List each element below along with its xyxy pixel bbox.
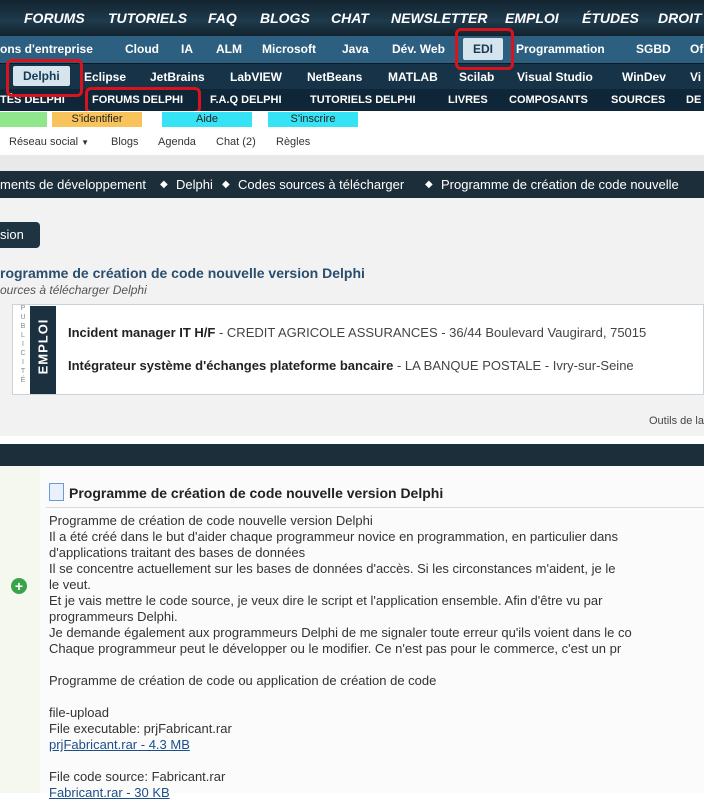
- attachment-link-exe[interactable]: prjFabricant.rar - 4.3 MB: [49, 737, 190, 752]
- highlight-edi: [455, 28, 514, 70]
- page-title: rogramme de création de code nouvelle ve…: [0, 265, 365, 281]
- job-detail: - CREDIT AGRICOLE ASSURANCES - 36/44 Bou…: [215, 325, 647, 340]
- nav-sources[interactable]: SOURCES: [611, 94, 665, 106]
- nav-tutoriels-delphi[interactable]: TUTORIELS DELPHI: [310, 94, 416, 106]
- job-title: Incident manager IT H/F: [68, 325, 216, 340]
- post-line: programmeurs Delphi.: [49, 609, 178, 624]
- nav-sgbd[interactable]: SGBD: [636, 42, 671, 56]
- highlight-delphi: [6, 59, 83, 97]
- account-bar: S'identifier Aide S'inscrire: [0, 111, 704, 130]
- nav-blogs[interactable]: BLOGS: [260, 10, 310, 26]
- nav-matlab[interactable]: MATLAB: [388, 70, 438, 84]
- nav-composants[interactable]: COMPOSANTS: [509, 94, 588, 106]
- tools-menu[interactable]: Outils de la: [649, 415, 704, 427]
- post-line: Il a été créé dans le but d'aider chaque…: [49, 529, 619, 544]
- nav-livres[interactable]: LIVRES: [448, 94, 488, 106]
- nav-solutions-entreprise[interactable]: ons d'entreprise: [0, 42, 93, 56]
- nav-cloud[interactable]: Cloud: [125, 42, 159, 56]
- post-line: Chaque programmeur peut le développer ou…: [49, 641, 622, 656]
- post-title: Programme de création de code nouvelle v…: [69, 485, 444, 501]
- subnav-blogs[interactable]: Blogs: [111, 136, 139, 148]
- nav-netbeans[interactable]: NetBeans: [307, 70, 362, 84]
- emploi-text: EMPLOI: [35, 318, 51, 375]
- post-line: Programme de création de code ou applica…: [49, 673, 437, 688]
- nav-office[interactable]: Of: [690, 42, 703, 56]
- breadcrumb-current: Programme de création de code nouvelle: [441, 177, 679, 192]
- job-ad-1[interactable]: Incident manager IT H/F - CREDIT AGRICOL…: [68, 325, 646, 340]
- edi-nav: Delphi Eclipse JetBrains LabVIEW NetBean…: [0, 63, 704, 90]
- nav-windev[interactable]: WinDev: [622, 70, 666, 84]
- nav-jetbrains[interactable]: JetBrains: [150, 70, 205, 84]
- nav-scilab[interactable]: Scilab: [459, 70, 494, 84]
- post-body: Programme de création de code nouvelle v…: [49, 513, 632, 801]
- login-button[interactable]: S'identifier: [52, 112, 142, 127]
- breadcrumb-item[interactable]: Codes sources à télécharger: [238, 177, 404, 192]
- publicite-label: PUBLICITÉ: [20, 305, 26, 384]
- job-ad-box: [12, 304, 704, 395]
- top-nav: FORUMS TUTORIELS FAQ BLOGS CHAT NEWSLETT…: [0, 0, 704, 35]
- nav-java[interactable]: Java: [342, 42, 369, 56]
- nav-labview[interactable]: LabVIEW: [230, 70, 282, 84]
- sub-nav: Réseau social ▼ Blogs Agenda Chat (2) Rè…: [0, 131, 704, 156]
- nav-dev-web[interactable]: Dév. Web: [392, 42, 445, 56]
- nav-de[interactable]: DE: [686, 94, 701, 106]
- add-icon[interactable]: +: [11, 578, 27, 594]
- nav-etudes[interactable]: ÉTUDES: [582, 10, 639, 26]
- emploi-label: EMPLOI: [30, 306, 56, 394]
- nav-emploi[interactable]: EMPLOI: [505, 10, 559, 26]
- highlight-forums-delphi: [85, 87, 201, 114]
- post-line: Et je vais mettre le code source, je veu…: [49, 593, 603, 608]
- divider: [46, 507, 704, 508]
- page-subtitle: ources à télécharger Delphi: [0, 283, 147, 297]
- help-button[interactable]: Aide: [162, 112, 252, 127]
- nav-droit[interactable]: DROIT: [658, 10, 702, 26]
- post-line: le veut.: [49, 577, 91, 592]
- nav-newsletter[interactable]: NEWSLETTER: [391, 10, 487, 26]
- breadcrumb-item[interactable]: ments de développement: [0, 177, 146, 192]
- post-line: File code source: Fabricant.rar: [49, 769, 226, 784]
- subnav-chat[interactable]: Chat (2): [216, 136, 256, 148]
- topic-bar: [0, 444, 704, 466]
- nav-faq-delphi[interactable]: F.A.Q DELPHI: [210, 94, 282, 106]
- post-line: Programme de création de code nouvelle v…: [49, 513, 373, 528]
- spacer: [0, 155, 704, 171]
- nav-microsoft[interactable]: Microsoft: [262, 42, 316, 56]
- post-line: [49, 657, 632, 673]
- post-line: File executable: prjFabricant.rar: [49, 721, 232, 736]
- nav-programmation[interactable]: Programmation: [516, 42, 605, 56]
- document-icon: [49, 483, 64, 501]
- breadcrumb-arrow-icon: ◆: [222, 179, 230, 190]
- nav-alm[interactable]: ALM: [216, 42, 242, 56]
- nav-ia[interactable]: IA: [181, 42, 193, 56]
- nav-forums[interactable]: FORUMS: [24, 10, 85, 26]
- post-line: Je demande également aux programmeurs De…: [49, 625, 632, 640]
- job-detail: - LA BANQUE POSTALE - Ivry-sur-Seine: [393, 358, 634, 373]
- subnav-reseau-social-label: Réseau social: [9, 136, 79, 148]
- breadcrumb: ments de développement ◆ Delphi ◆ Codes …: [0, 171, 704, 198]
- nav-eclipse[interactable]: Eclipse: [84, 70, 126, 84]
- subnav-reseau-social[interactable]: Réseau social ▼: [9, 136, 89, 148]
- register-button[interactable]: S'inscrire: [268, 112, 358, 127]
- subnav-agenda[interactable]: Agenda: [158, 136, 196, 148]
- breadcrumb-arrow-icon: ◆: [425, 179, 433, 190]
- nav-faq[interactable]: FAQ: [208, 10, 237, 26]
- version-button[interactable]: sion: [0, 222, 40, 248]
- post-line: file-upload: [49, 705, 109, 720]
- category-nav: ons d'entreprise Cloud IA ALM Microsoft …: [0, 35, 704, 64]
- subnav-regles[interactable]: Règles: [276, 136, 310, 148]
- nav-visual-studio[interactable]: Visual Studio: [517, 70, 593, 84]
- nav-vi[interactable]: Vi: [690, 70, 701, 84]
- post-sidebar: [0, 466, 41, 793]
- breadcrumb-item[interactable]: Delphi: [176, 177, 213, 192]
- account-pill-green[interactable]: [0, 112, 47, 127]
- job-ad-2[interactable]: Intégrateur système d'échanges plateform…: [68, 358, 634, 373]
- chevron-down-icon: ▼: [81, 138, 90, 147]
- post-line: Il se concentre actuellement sur les bas…: [49, 561, 616, 576]
- nav-chat[interactable]: CHAT: [331, 10, 369, 26]
- breadcrumb-arrow-icon: ◆: [160, 179, 168, 190]
- post-line: d'applications traitant des bases de don…: [49, 545, 306, 560]
- job-title: Intégrateur système d'échanges plateform…: [68, 358, 394, 373]
- nav-tutoriels[interactable]: TUTORIELS: [108, 10, 187, 26]
- post-line: [49, 689, 632, 705]
